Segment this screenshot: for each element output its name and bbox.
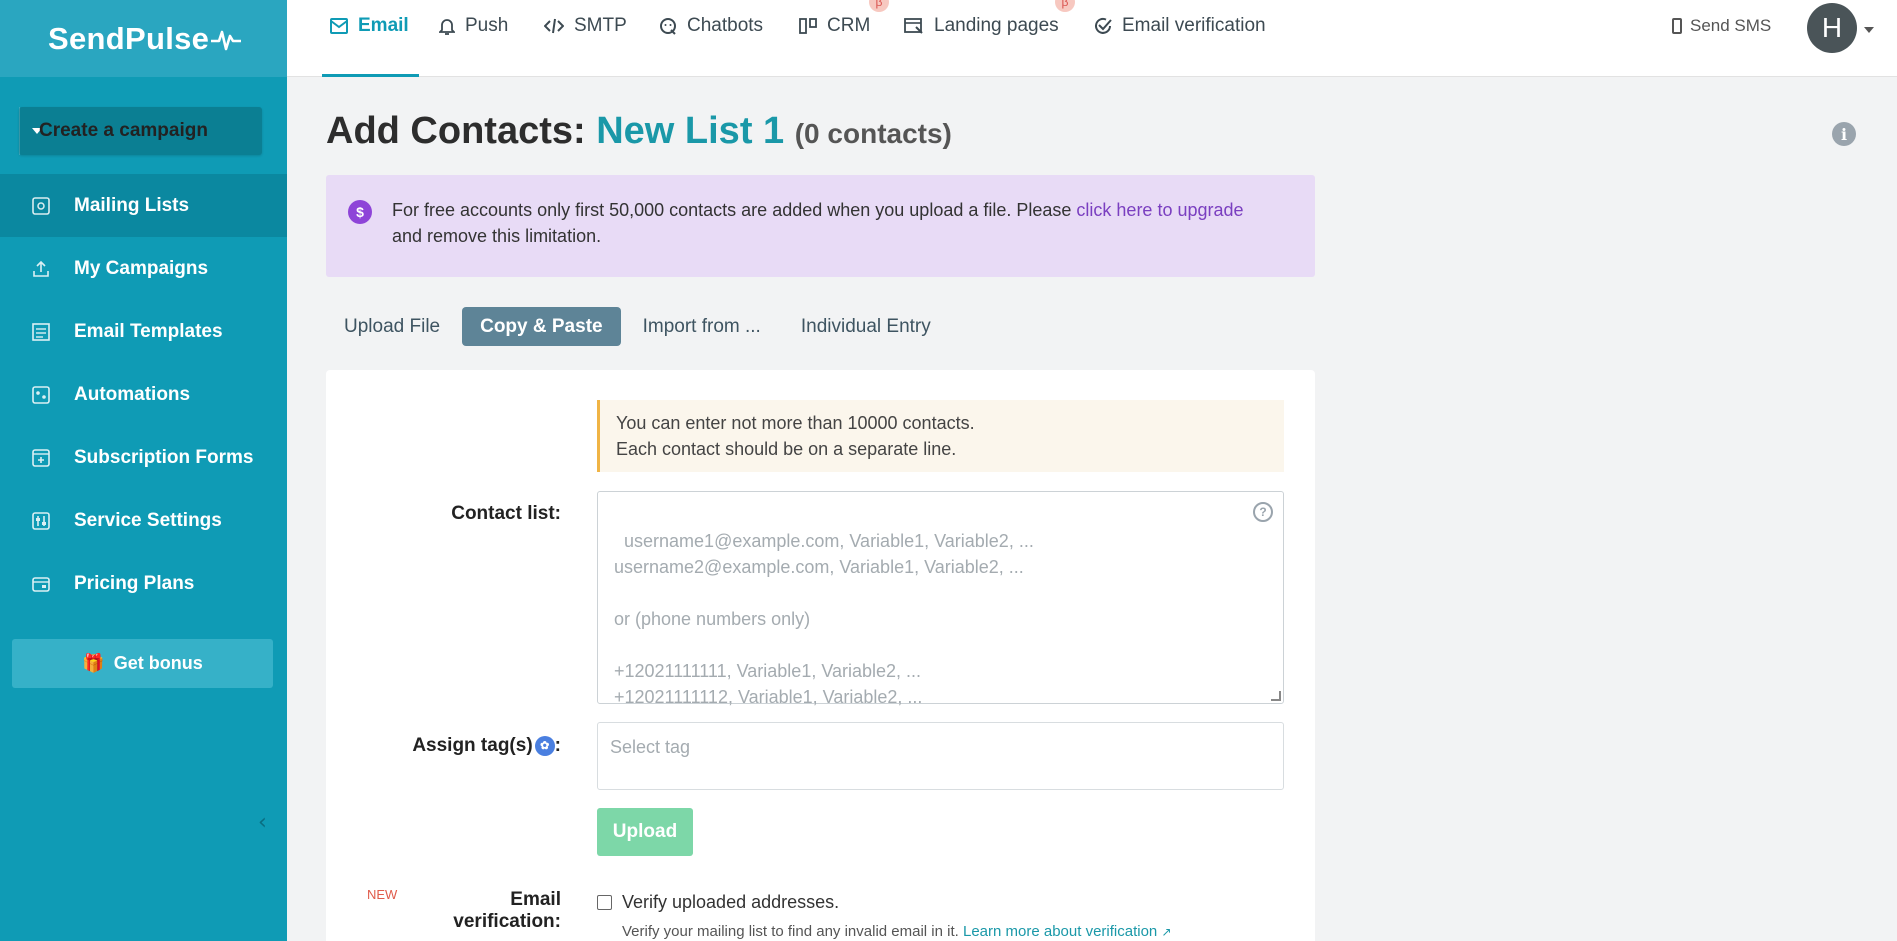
top-nav: Email Push SMTP Chatbots CRM β Landing p… — [287, 0, 1897, 77]
pricing-icon — [30, 573, 52, 595]
sidebar: SendPulse Create a campaign Mailing List… — [0, 0, 287, 941]
tab-crm[interactable]: CRM β — [799, 0, 889, 77]
gift-icon: 🎁 — [82, 653, 105, 673]
info-icon[interactable]: i — [1832, 122, 1856, 146]
tab-label: SMTP — [574, 15, 627, 36]
tab-individual-entry[interactable]: Individual Entry — [783, 307, 949, 346]
upload-button[interactable]: Upload — [597, 808, 693, 856]
upgrade-notice: $ For free accounts only first 50,000 co… — [326, 175, 1315, 277]
active-tab-indicator — [322, 74, 419, 77]
avatar[interactable]: H — [1807, 3, 1857, 53]
tab-upload-file[interactable]: Upload File — [326, 307, 458, 346]
campaigns-icon — [30, 258, 52, 280]
sidebar-item-email-templates[interactable]: Email Templates — [0, 300, 287, 363]
contact-list-placeholder: username1@example.com, Variable1, Variab… — [614, 531, 1034, 707]
tab-landing-pages[interactable]: Landing pages β — [904, 0, 1075, 77]
tab-email-verification[interactable]: Email verification — [1094, 0, 1266, 77]
assign-tags-label: Assign tag(s) ✿: — [412, 735, 561, 756]
tab-label: Email verification — [1122, 15, 1266, 36]
automations-icon — [30, 384, 52, 406]
forms-icon — [30, 447, 52, 469]
get-bonus-button[interactable]: 🎁 Get bonus — [12, 639, 273, 688]
verify-note-text: Verify your mailing list to find any inv… — [622, 923, 963, 940]
page-title: Add Contacts: New List 1 (0 contacts) — [326, 110, 952, 153]
contact-count: (0 contacts) — [794, 118, 952, 149]
sidebar-item-label: Mailing Lists — [74, 194, 190, 216]
sidebar-item-subscription-forms[interactable]: Subscription Forms — [0, 426, 287, 489]
envelope-icon — [330, 15, 348, 37]
verify-checkbox[interactable] — [597, 895, 612, 910]
tab-smtp[interactable]: SMTP — [544, 0, 627, 77]
learn-more-verification-link[interactable]: Learn more about verification — [963, 923, 1157, 940]
brand-name: SendPulse — [48, 20, 210, 56]
sidebar-item-label: Subscription Forms — [74, 446, 254, 468]
tag-select[interactable]: Select tag — [597, 722, 1284, 790]
create-campaign-button[interactable]: Create a campaign — [19, 107, 262, 155]
settings-icon — [30, 510, 52, 532]
send-sms-button[interactable]: Send SMS — [1672, 16, 1771, 36]
verify-checkbox-row[interactable]: Verify uploaded addresses. — [597, 892, 839, 913]
chevron-down-icon[interactable] — [1864, 27, 1874, 33]
assign-tags-text: Assign tag(s) — [412, 735, 533, 756]
hint-line: Each contact should be on a separate lin… — [616, 439, 957, 459]
contact-limit-hint: You can enter not more than 10000 contac… — [597, 400, 1284, 472]
tab-label: Push — [465, 15, 509, 36]
sidebar-item-my-campaigns[interactable]: My Campaigns — [0, 237, 287, 300]
beta-badge: β — [1055, 0, 1075, 12]
tab-email[interactable]: Email — [322, 0, 419, 77]
get-bonus-label: Get bonus — [113, 653, 203, 673]
code-icon — [544, 15, 564, 37]
upgrade-link[interactable]: click here to upgrade — [1076, 200, 1243, 220]
hint-line: You can enter not more than 10000 contac… — [616, 413, 975, 433]
verify-note: Verify your mailing list to find any inv… — [622, 923, 1172, 940]
tab-push[interactable]: Push — [439, 0, 508, 77]
sidebar-item-mailing-lists[interactable]: Mailing Lists — [0, 174, 287, 237]
sidebar-item-automations[interactable]: Automations — [0, 363, 287, 426]
sidebar-nav: Mailing Lists My Campaigns Email Templat… — [0, 174, 287, 615]
beta-badge: β — [869, 0, 889, 12]
tab-import-from[interactable]: Import from ... — [625, 307, 779, 346]
tab-label: Email — [358, 15, 409, 36]
sidebar-item-label: Email Templates — [74, 320, 223, 342]
sidebar-item-label: My Campaigns — [74, 257, 209, 279]
tab-label: Chatbots — [687, 15, 764, 36]
sidebar-item-service-settings[interactable]: Service Settings — [0, 489, 287, 552]
chatbot-icon — [659, 15, 677, 37]
premium-star-icon: ✿ — [534, 735, 555, 756]
phone-icon — [1672, 18, 1682, 34]
pulse-logo-icon — [211, 30, 242, 50]
check-circle-icon — [1094, 15, 1112, 37]
email-verification-label: Email verification: — [453, 889, 561, 932]
import-method-tabs: Upload File Copy & Paste Import from ...… — [326, 307, 953, 346]
sidebar-item-label: Automations — [74, 383, 191, 405]
list-name: New List 1 — [596, 110, 785, 152]
bell-icon — [439, 15, 455, 37]
verify-checkbox-label: Verify uploaded addresses. — [622, 892, 840, 912]
sidebar-item-label: Service Settings — [74, 509, 222, 531]
logo[interactable]: SendPulse — [0, 0, 287, 77]
create-campaign-label: Create a campaign — [39, 120, 208, 141]
notice-text: For free accounts only first 50,000 cont… — [392, 200, 1077, 220]
collapse-sidebar-icon[interactable]: ‹ — [258, 810, 267, 835]
send-sms-label: Send SMS — [1690, 16, 1772, 35]
resize-handle[interactable] — [1271, 691, 1281, 701]
templates-icon — [30, 321, 52, 343]
sidebar-item-label: Pricing Plans — [74, 572, 195, 594]
contact-list-label: Contact list: — [451, 503, 561, 524]
tab-label: Landing pages — [934, 15, 1059, 36]
crm-icon — [799, 15, 817, 37]
contact-list-textarea[interactable]: username1@example.com, Variable1, Variab… — [597, 491, 1284, 707]
tab-label: CRM — [827, 15, 871, 36]
tab-chatbots[interactable]: Chatbots — [659, 0, 763, 77]
landing-page-icon — [904, 15, 924, 37]
page-title-prefix: Add Contacts: — [326, 110, 586, 152]
sidebar-item-pricing-plans[interactable]: Pricing Plans — [0, 552, 287, 615]
external-link-icon: ↗ — [1161, 925, 1172, 939]
notice-text-end: and remove this limitation. — [392, 226, 602, 246]
tab-copy-paste[interactable]: Copy & Paste — [462, 307, 621, 346]
dollar-icon: $ — [348, 200, 372, 224]
new-badge: NEW — [367, 887, 398, 902]
mailing-lists-icon — [30, 195, 52, 217]
help-icon[interactable]: ? — [1253, 502, 1273, 522]
